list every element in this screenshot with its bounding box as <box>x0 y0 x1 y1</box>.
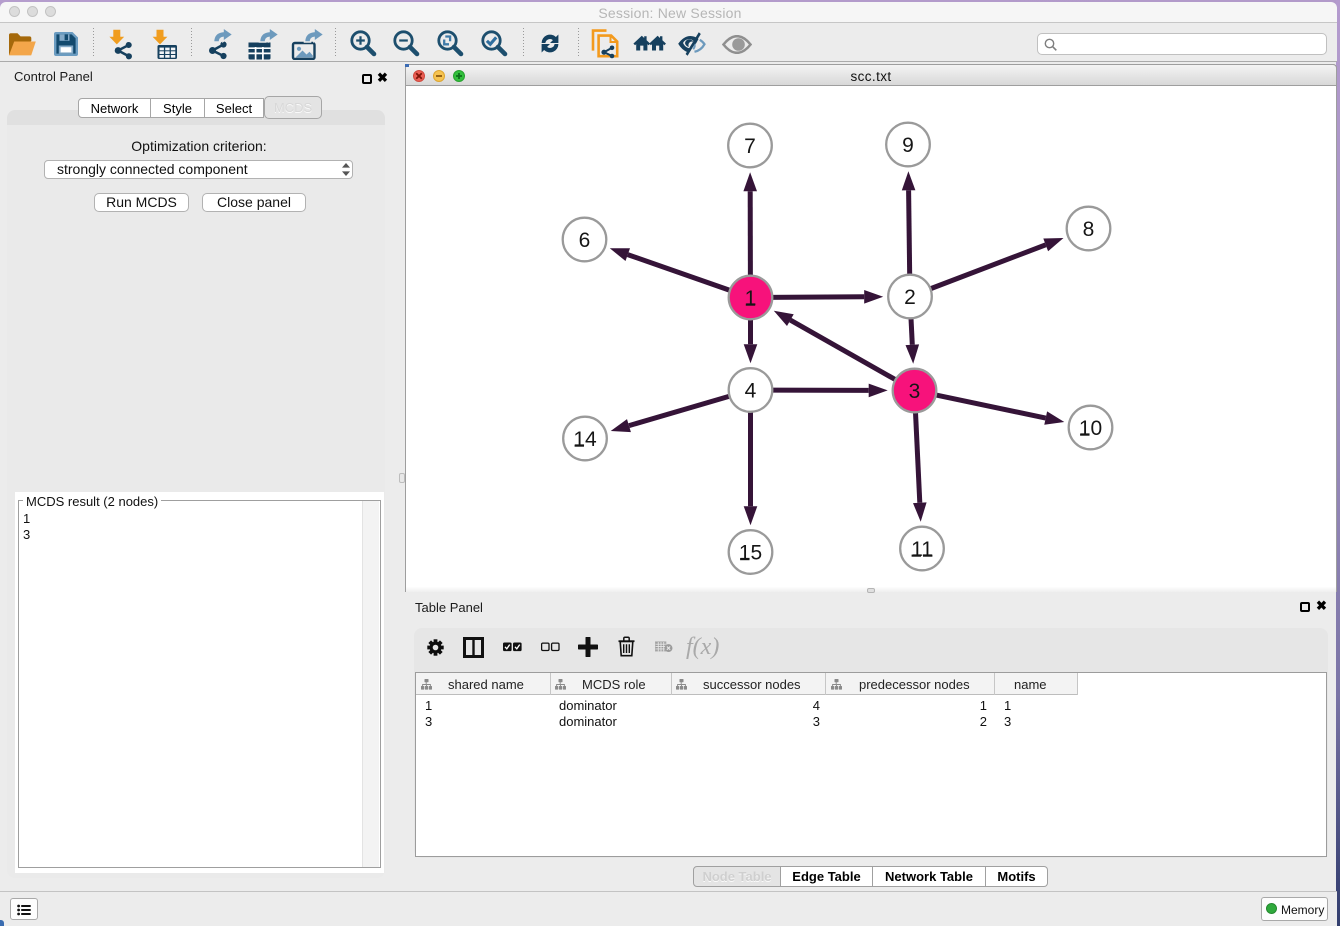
svg-text:9: 9 <box>902 134 914 157</box>
svg-text:2: 2 <box>904 286 916 309</box>
svg-text:6: 6 <box>579 229 591 252</box>
svg-text:10: 10 <box>1079 417 1102 440</box>
svg-text:4: 4 <box>745 379 757 402</box>
svg-text:14: 14 <box>573 428 597 451</box>
svg-text:1: 1 <box>745 287 757 310</box>
svg-text:11: 11 <box>911 538 933 561</box>
svg-text:15: 15 <box>739 541 762 564</box>
svg-text:8: 8 <box>1083 218 1095 241</box>
svg-text:3: 3 <box>909 380 921 403</box>
svg-text:7: 7 <box>744 135 756 158</box>
